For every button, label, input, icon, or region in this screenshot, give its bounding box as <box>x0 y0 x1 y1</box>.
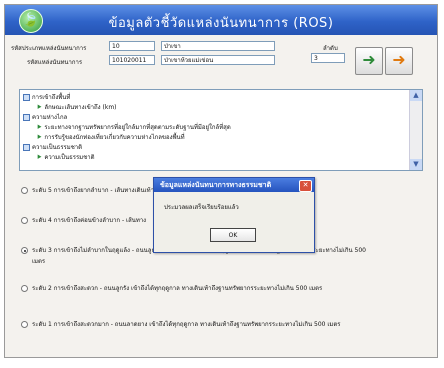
level-3-option-wrap: เมตร <box>32 258 46 265</box>
category-type-field[interactable]: ป่าเขา <box>161 41 275 51</box>
tree-leaf[interactable]: ⯈ ความเป็นธรรมชาติ <box>36 152 94 163</box>
folder-icon <box>23 114 30 121</box>
close-icon[interactable]: ✕ <box>299 180 312 192</box>
rank-field[interactable]: 3 <box>311 53 345 63</box>
ok-button[interactable]: OK <box>210 228 256 242</box>
scroll-up-icon[interactable]: ▲ <box>410 90 422 101</box>
tree-leaf[interactable]: ⯈ ระยะทางจากฐานทรัพยากรที่อยู่ใกล้มากที่ส… <box>36 122 231 133</box>
main-window: 🍃 ข้อมูลตัวชี้วัดแหล่งนันทนาการ (ROS) รห… <box>4 4 438 358</box>
leaf-icon: ⯈ <box>36 152 43 162</box>
site-code-label: รหัสแหล่งนันทนาการ <box>27 59 83 66</box>
title-bar: 🍃 ข้อมูลตัวชี้วัดแหล่งนันทนาการ (ROS) <box>5 5 437 35</box>
tree-node[interactable]: ความเป็นธรรมชาติ <box>23 142 82 152</box>
tree-leaf[interactable]: ⯈ ลักษณะเส้นทางเข้าถึง (km) <box>36 102 117 113</box>
category-code-label: รหัสประเภทแหล่งนันทนาการ <box>11 45 87 52</box>
tree-leaf[interactable]: ⯈ การรับรู้ของนักท่องเที่ยวเกี่ยวกับความห… <box>36 132 185 143</box>
tree-scrollbar[interactable]: ▲ ▼ <box>409 90 422 170</box>
level-2-option[interactable]: ระดับ 2 การเข้าถึงสะดวก - ถนนลูกรัง เข้า… <box>21 283 322 293</box>
exit-button[interactable]: ➜ <box>385 47 413 75</box>
radio-icon[interactable] <box>21 217 28 224</box>
window-title: ข้อมูลตัวชี้วัดแหล่งนันทนาการ (ROS) <box>108 16 334 31</box>
leaf-icon: ⯈ <box>36 122 43 132</box>
radio-icon[interactable] <box>21 187 28 194</box>
folder-icon <box>23 144 30 151</box>
radio-selected-icon[interactable] <box>21 247 28 254</box>
dialog-message: ประมวลผลเสร็จเรียบร้อยแล้ว <box>164 204 239 211</box>
save-arrow-icon: ➜ <box>362 50 376 69</box>
level-4-option[interactable]: ระดับ 4 การเข้าถึงค่อนข้างลำบาก - เส้นทา… <box>21 215 146 225</box>
level-5-option[interactable]: ระดับ 5 การเข้าถึงยากลำบาก - เส้นทางเดิน… <box>21 185 154 195</box>
save-button[interactable]: ➜ <box>355 47 383 75</box>
category-code-field[interactable]: 10 <box>109 41 155 51</box>
radio-icon[interactable] <box>21 321 28 328</box>
dialog-title: ข้อมูลแหล่งนันทนาการทางธรรมชาติ <box>154 178 314 192</box>
site-code-field[interactable]: 101020011 <box>109 55 155 65</box>
level-1-option[interactable]: ระดับ 1 การเข้าถึงสะดวกมาก - ถนนลาดยาง เ… <box>21 319 341 329</box>
exit-door-icon: ➜ <box>392 50 406 69</box>
message-dialog: ข้อมูลแหล่งนันทนาการทางธรรมชาติ ✕ ประมวล… <box>153 177 315 253</box>
leaf-icon: ⯈ <box>36 132 43 142</box>
tree-node[interactable]: ความห่างไกล <box>23 112 67 122</box>
scroll-down-icon[interactable]: ▼ <box>410 159 422 170</box>
folder-icon <box>23 94 30 101</box>
rank-label: ลำดับ <box>323 45 338 52</box>
tree-node[interactable]: การเข้าถึงพื้นที่ <box>23 92 70 102</box>
leaf-icon: ⯈ <box>36 102 43 112</box>
site-name-field[interactable]: ป่าเขาห้วยแม่เข่อน <box>161 55 275 65</box>
indicator-tree[interactable]: การเข้าถึงพื้นที่ ⯈ ลักษณะเส้นทางเข้าถึง … <box>19 89 423 171</box>
radio-icon[interactable] <box>21 285 28 292</box>
